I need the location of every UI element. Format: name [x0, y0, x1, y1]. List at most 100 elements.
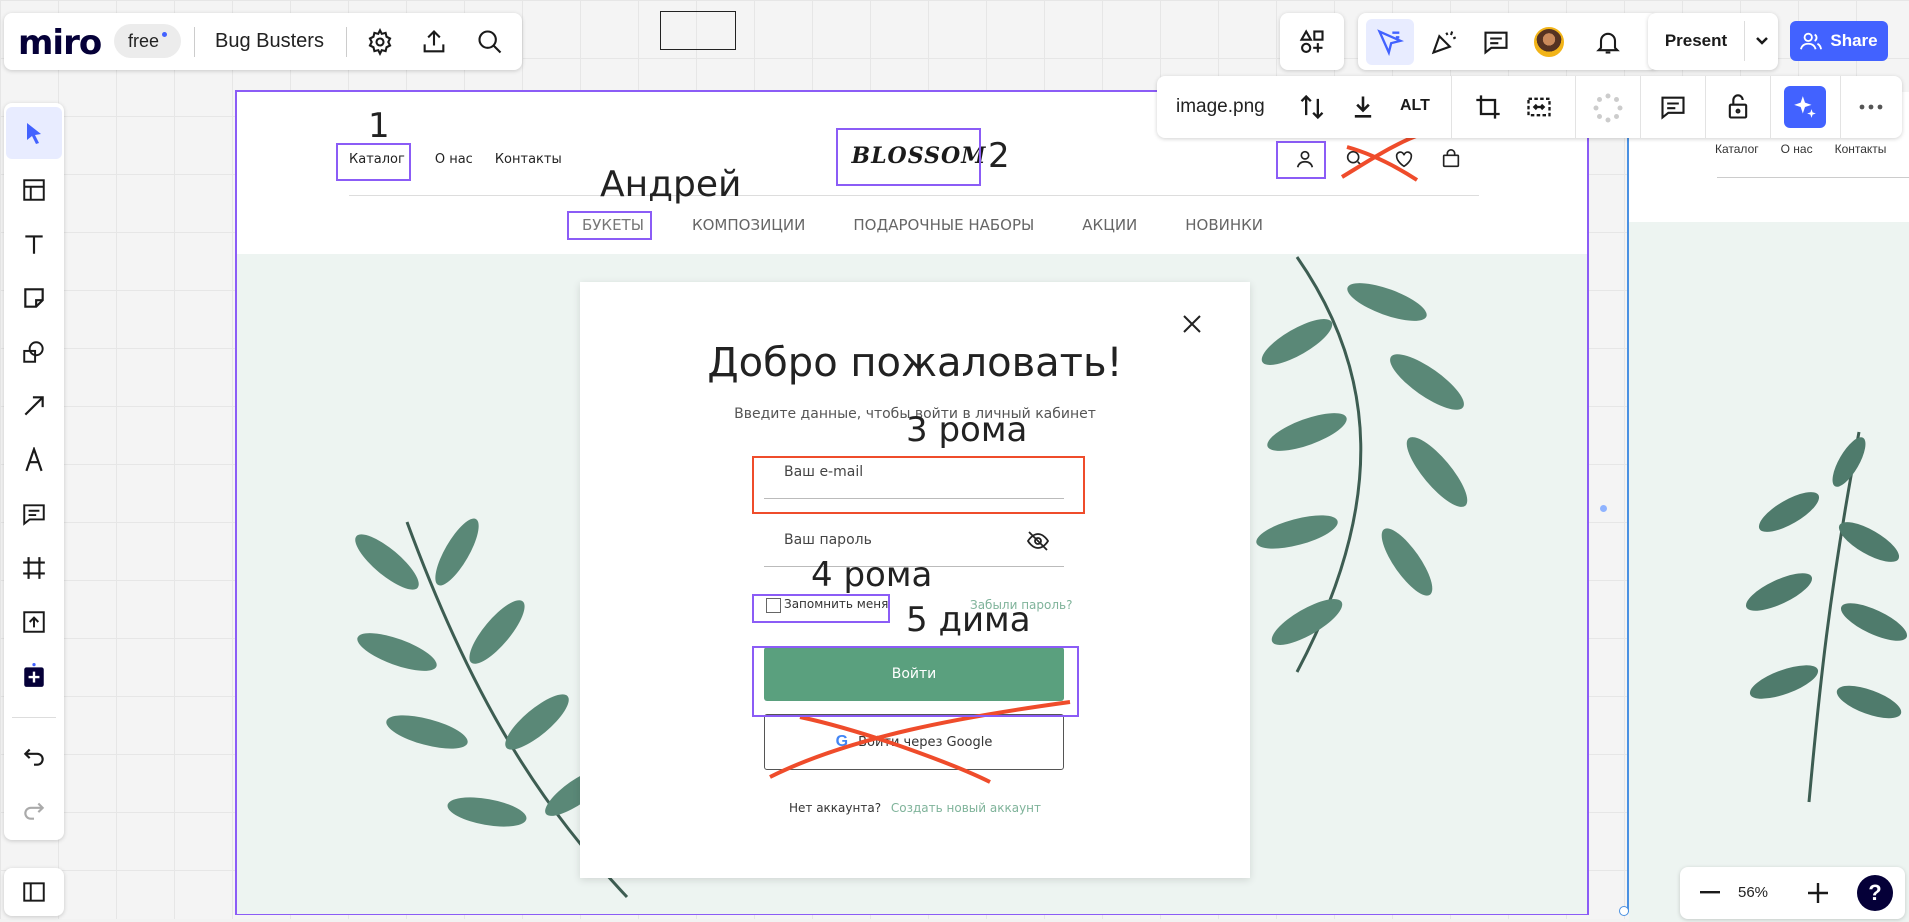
toolbar-divider: [1451, 76, 1452, 138]
swap-image-icon[interactable]: [1298, 93, 1326, 121]
annotation-label-andrey[interactable]: Андрей: [600, 164, 741, 205]
red-strike-mark: [1340, 132, 1423, 182]
select-tool[interactable]: [6, 107, 62, 159]
fit-frame-icon[interactable]: [1525, 93, 1553, 121]
text-icon: [25, 235, 43, 254]
annotation-label-roma3[interactable]: 3 рома: [906, 410, 1027, 450]
upload-tool[interactable]: [6, 595, 62, 649]
toolbar-divider: [1575, 76, 1576, 138]
help-button[interactable]: ?: [1857, 875, 1893, 911]
chevron-down-icon: [1756, 37, 1768, 45]
leaf-illustration: [1745, 431, 1908, 803]
zoom-in-button[interactable]: [1802, 877, 1834, 909]
redo-button[interactable]: [6, 783, 62, 837]
annotation-box-catalog[interactable]: [336, 143, 411, 181]
panel-toggle[interactable]: [4, 868, 64, 916]
empty-rectangle-shape[interactable]: [660, 11, 736, 50]
search-icon[interactable]: [476, 28, 504, 56]
image-filename[interactable]: image.png: [1176, 96, 1265, 118]
annotation-box-login[interactable]: [752, 646, 1079, 717]
present-dropdown[interactable]: [1744, 21, 1779, 61]
right-preview-frame[interactable]: Каталог О нас Контакты: [1627, 92, 1909, 922]
crop-icon[interactable]: [1474, 93, 1502, 121]
miro-logo[interactable]: miro: [18, 23, 102, 63]
avatar[interactable]: [1534, 27, 1564, 57]
mockup-categories: БУКЕТЫ КОМПОЗИЦИИ ПОДАРОЧНЫЕ НАБОРЫ АКЦИ…: [582, 216, 1263, 234]
annotation-label-1[interactable]: 1: [368, 106, 390, 146]
mockup-header-divider: [349, 195, 1479, 196]
right-preview-nav-item: Контакты: [1834, 142, 1887, 156]
plan-badge[interactable]: free: [114, 24, 182, 58]
download-icon[interactable]: [1349, 93, 1377, 121]
toolbar-divider: [1840, 76, 1841, 138]
more-apps-tool[interactable]: [6, 649, 62, 703]
arrow-tool[interactable]: [6, 379, 62, 433]
sticky-note-icon: [24, 288, 44, 308]
templates-tool[interactable]: [6, 163, 62, 217]
board-name[interactable]: Bug Busters: [215, 30, 324, 53]
annotation-box-bouquets[interactable]: [567, 211, 652, 240]
resize-handle[interactable]: [1619, 906, 1629, 916]
annotation-box-email[interactable]: [752, 456, 1085, 514]
zoom-controls: 56% ?: [1680, 867, 1905, 919]
cursor-icon: [27, 123, 41, 144]
comments-icon[interactable]: [1482, 28, 1510, 56]
text-tool[interactable]: [6, 217, 62, 271]
annotation-box-remember[interactable]: [752, 594, 890, 623]
reactions-icon[interactable]: [1430, 28, 1458, 56]
undo-button[interactable]: [6, 729, 62, 783]
lock-icon[interactable]: [1724, 93, 1752, 121]
gear-icon[interactable]: [366, 28, 394, 56]
annotation-label-dima5[interactable]: 5 дима: [906, 600, 1031, 640]
shapes-tool[interactable]: [6, 325, 62, 379]
sticky-note-tool[interactable]: [6, 271, 62, 325]
apps-panel: [1280, 13, 1344, 70]
layout-icon: [23, 179, 45, 201]
left-toolbar: [4, 103, 64, 840]
right-preview-nav-item: Каталог: [1715, 142, 1759, 156]
apps-icon[interactable]: [1298, 28, 1326, 56]
sparkle-icon: [1794, 96, 1816, 118]
present-label: Present: [1664, 31, 1728, 50]
zoom-level[interactable]: 56%: [1738, 884, 1768, 901]
toolbar-divider: [1705, 76, 1706, 138]
ai-assist-button[interactable]: [1784, 86, 1826, 128]
frame-icon: [23, 557, 45, 579]
annotation-label-roma4[interactable]: 4 рома: [811, 555, 932, 595]
comment-icon: [23, 504, 45, 526]
close-icon[interactable]: [1180, 312, 1204, 336]
loading-spinner-icon: [1593, 93, 1623, 123]
mockup-category: НОВИНКИ: [1185, 216, 1264, 234]
more-icon[interactable]: [1857, 100, 1885, 114]
toolbar-divider: [12, 717, 56, 718]
toolbar-divider: [1770, 76, 1771, 138]
select-flag-icon: [1377, 29, 1404, 56]
pen-tool[interactable]: [6, 433, 62, 487]
zoom-out-button[interactable]: [1694, 877, 1726, 909]
annotation-label-2[interactable]: 2: [988, 136, 1010, 176]
annotation-box-user-icon[interactable]: [1276, 141, 1326, 179]
comment-tool[interactable]: [6, 487, 62, 541]
share-label: Share: [1830, 31, 1878, 50]
frame-tool[interactable]: [6, 541, 62, 595]
create-account-link[interactable]: Создать новый аккаунт: [891, 801, 1041, 815]
header-divider: [194, 27, 195, 57]
eye-off-icon[interactable]: [1026, 530, 1050, 552]
pen-icon: [25, 447, 43, 472]
bag-icon: [1442, 149, 1460, 168]
plan-badge-label: free: [128, 30, 160, 51]
bell-icon[interactable]: [1594, 28, 1622, 56]
shapes-icon: [23, 341, 44, 363]
upload-icon: [23, 611, 45, 633]
share-button[interactable]: Share: [1790, 21, 1888, 61]
alt-text-button[interactable]: ALT: [1400, 97, 1430, 115]
right-preview-divider: [1717, 177, 1909, 178]
cursor-mode-button[interactable]: [1366, 19, 1414, 65]
upload-icon[interactable]: [420, 28, 448, 56]
annotation-box-logo[interactable]: [836, 128, 981, 186]
resize-handle[interactable]: [1600, 505, 1607, 512]
add-square-icon: [24, 663, 44, 687]
minus-icon: [1700, 891, 1720, 894]
present-button[interactable]: Present: [1648, 21, 1744, 61]
comment-icon[interactable]: [1659, 93, 1687, 121]
